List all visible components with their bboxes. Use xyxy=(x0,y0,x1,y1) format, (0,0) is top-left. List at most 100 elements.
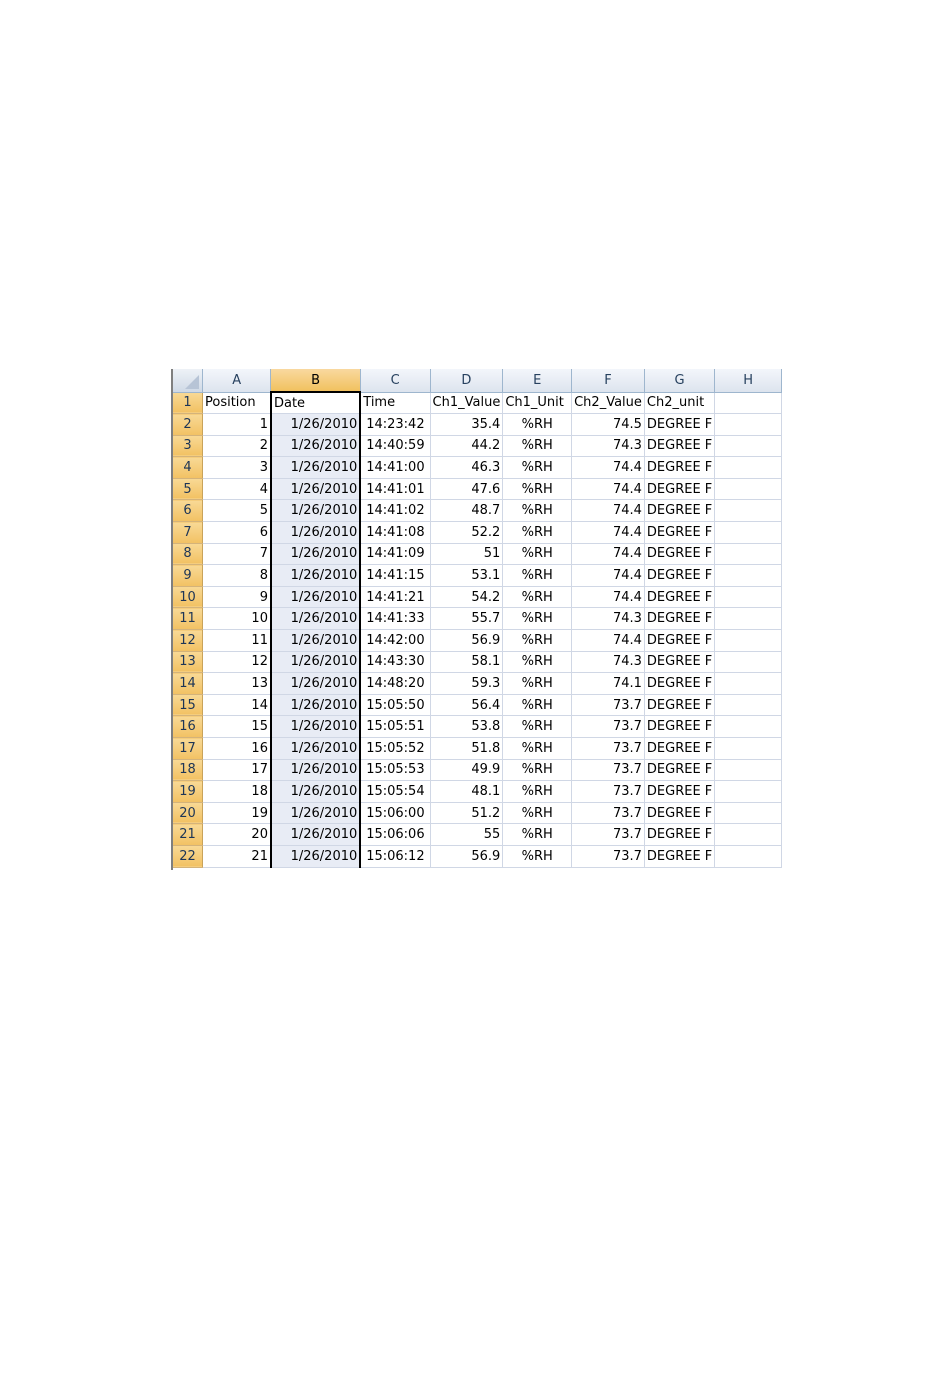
cell[interactable]: %RH xyxy=(502,845,573,868)
cell[interactable]: 51.2 xyxy=(430,801,504,825)
cell[interactable]: %RH xyxy=(502,435,573,458)
cell[interactable]: 56.9 xyxy=(430,845,504,868)
cell[interactable]: 19 xyxy=(202,801,272,825)
cell[interactable]: 14:40:59 xyxy=(360,435,431,458)
cell[interactable]: 10 xyxy=(202,607,272,631)
cell[interactable]: 15:05:53 xyxy=(360,759,431,782)
cell[interactable]: 15:06:06 xyxy=(360,823,431,846)
cell[interactable]: %RH xyxy=(502,694,573,717)
cell[interactable]: DEGREE F xyxy=(644,694,716,717)
cell[interactable]: DEGREE F xyxy=(644,759,716,782)
row-header[interactable]: 6 xyxy=(173,499,203,523)
cell[interactable] xyxy=(714,392,782,415)
cell[interactable]: 55 xyxy=(430,823,504,846)
cell[interactable]: Ch2_unit xyxy=(644,392,716,415)
cell[interactable] xyxy=(714,737,782,760)
cell[interactable]: 14:41:01 xyxy=(360,478,431,501)
cell[interactable]: 6 xyxy=(202,521,272,544)
cell[interactable]: %RH xyxy=(502,564,573,587)
row-header[interactable]: 2 xyxy=(173,413,203,436)
cell[interactable]: 74.4 xyxy=(571,478,645,501)
cell[interactable]: 1 xyxy=(202,413,272,436)
cell[interactable]: 15:06:12 xyxy=(360,845,431,868)
column-header-a[interactable]: A xyxy=(202,369,272,393)
cell[interactable]: %RH xyxy=(502,823,573,846)
cell[interactable] xyxy=(714,651,782,674)
cell[interactable] xyxy=(714,456,782,479)
cell[interactable] xyxy=(714,759,782,782)
cell[interactable]: 1/26/2010 xyxy=(269,521,362,544)
cell[interactable]: 56.4 xyxy=(430,694,504,717)
cell[interactable]: 1/26/2010 xyxy=(269,845,362,868)
row-header[interactable]: 15 xyxy=(173,694,203,717)
cell[interactable]: %RH xyxy=(502,413,573,436)
cell[interactable]: 48.1 xyxy=(430,780,504,803)
cell[interactable]: DEGREE F xyxy=(644,499,716,523)
cell[interactable]: 74.4 xyxy=(571,499,645,523)
row-header[interactable]: 19 xyxy=(173,780,203,803)
cell[interactable]: 74.4 xyxy=(571,521,645,544)
cell[interactable]: %RH xyxy=(502,780,573,803)
cell[interactable] xyxy=(714,715,782,738)
column-header-c[interactable]: C xyxy=(360,369,431,393)
cell[interactable]: 74.3 xyxy=(571,651,645,674)
cell[interactable] xyxy=(714,478,782,501)
cell[interactable]: 15:05:52 xyxy=(360,737,431,760)
cell[interactable]: 1/26/2010 xyxy=(269,456,362,479)
cell[interactable]: 14:41:00 xyxy=(360,456,431,479)
cell[interactable]: 14:41:21 xyxy=(360,586,431,609)
cell[interactable]: %RH xyxy=(502,456,573,479)
row-header[interactable]: 9 xyxy=(173,564,203,587)
cell[interactable] xyxy=(714,780,782,803)
column-header-b[interactable]: B xyxy=(270,369,361,393)
cell[interactable]: 1/26/2010 xyxy=(269,564,362,587)
column-header-h[interactable]: H xyxy=(714,369,782,393)
cell[interactable]: 47.6 xyxy=(430,478,504,501)
cell[interactable]: 74.4 xyxy=(571,456,645,479)
row-header[interactable]: 1 xyxy=(173,392,203,415)
row-header[interactable]: 14 xyxy=(173,672,203,695)
column-header-f[interactable]: F xyxy=(571,369,645,393)
cell[interactable]: DEGREE F xyxy=(644,780,716,803)
cell[interactable]: 12 xyxy=(202,651,272,674)
cell[interactable]: DEGREE F xyxy=(644,823,716,846)
cell[interactable]: DEGREE F xyxy=(644,586,716,609)
cell[interactable]: DEGREE F xyxy=(644,737,716,760)
cell[interactable]: 14:41:09 xyxy=(360,543,431,566)
cell[interactable]: DEGREE F xyxy=(644,478,716,501)
cell[interactable]: Date xyxy=(269,391,362,415)
cell[interactable]: DEGREE F xyxy=(644,413,716,436)
cell[interactable]: 1/26/2010 xyxy=(269,629,362,652)
cell[interactable]: Time xyxy=(360,392,431,415)
cell[interactable]: 14:41:02 xyxy=(360,499,431,523)
cell[interactable]: 74.4 xyxy=(571,629,645,652)
cell[interactable]: 1/26/2010 xyxy=(269,586,362,609)
cell[interactable]: 2 xyxy=(202,435,272,458)
cell[interactable]: DEGREE F xyxy=(644,435,716,458)
row-header[interactable]: 12 xyxy=(173,629,203,652)
cell[interactable]: 8 xyxy=(202,564,272,587)
cell[interactable]: 13 xyxy=(202,672,272,695)
cell[interactable]: Position xyxy=(202,392,272,415)
cell[interactable]: 16 xyxy=(202,737,272,760)
cell[interactable]: 1/26/2010 xyxy=(269,715,362,738)
cell[interactable]: %RH xyxy=(502,801,573,825)
cell[interactable]: 74.4 xyxy=(571,564,645,587)
cell[interactable]: 48.7 xyxy=(430,499,504,523)
cell[interactable]: 73.7 xyxy=(571,845,645,868)
cell[interactable]: 73.7 xyxy=(571,715,645,738)
cell[interactable]: 53.8 xyxy=(430,715,504,738)
cell[interactable]: 73.7 xyxy=(571,780,645,803)
cell[interactable]: 18 xyxy=(202,780,272,803)
cell[interactable]: DEGREE F xyxy=(644,651,716,674)
row-header[interactable]: 10 xyxy=(173,586,203,609)
cell[interactable]: 74.5 xyxy=(571,413,645,436)
cell[interactable]: 14:43:30 xyxy=(360,651,431,674)
row-header[interactable]: 18 xyxy=(173,759,203,782)
cell[interactable]: 1/26/2010 xyxy=(269,435,362,458)
cell[interactable]: 73.7 xyxy=(571,737,645,760)
cell[interactable]: DEGREE F xyxy=(644,672,716,695)
cell[interactable]: 51.8 xyxy=(430,737,504,760)
cell[interactable]: 35.4 xyxy=(430,413,504,436)
cell[interactable]: DEGREE F xyxy=(644,845,716,868)
